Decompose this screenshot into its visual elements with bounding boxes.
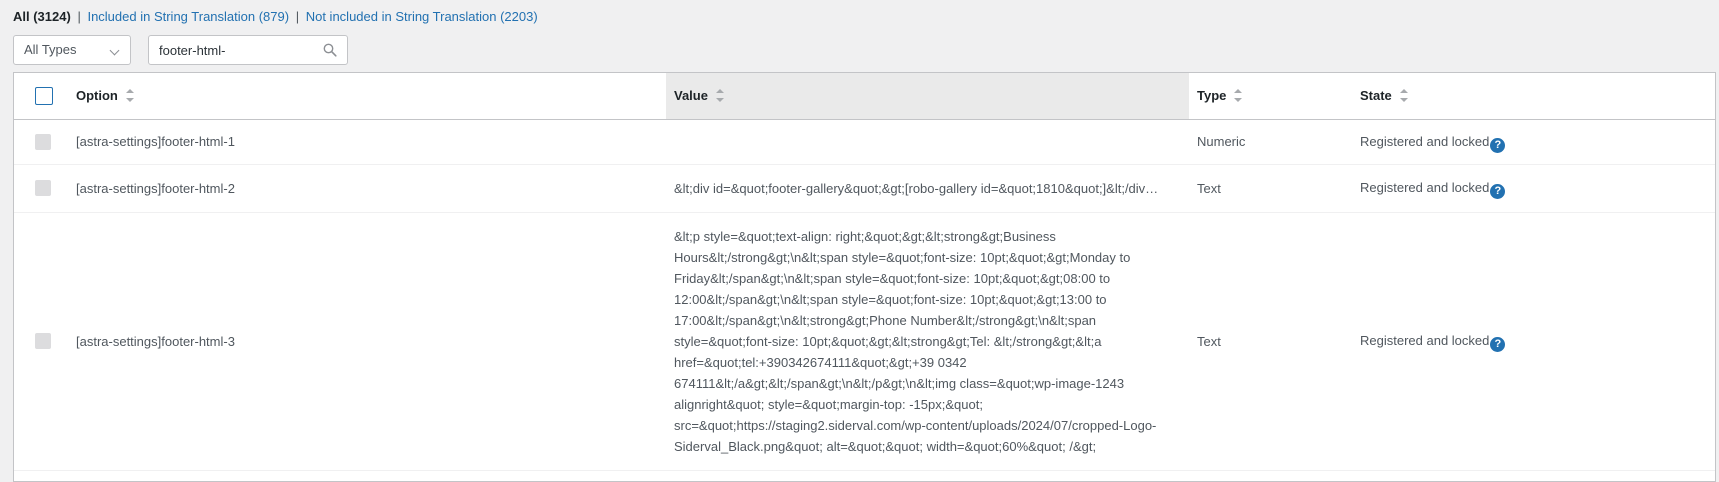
column-option-label: Option	[76, 88, 118, 104]
value-cell: &lt;p style=&quot;text-align: right;&quo…	[674, 228, 1157, 454]
column-value-label: Value	[674, 88, 708, 104]
column-state[interactable]: State	[1352, 73, 1715, 119]
row-checkbox	[35, 180, 51, 196]
status-filter-links: All (3124) | Included in String Translat…	[13, 8, 538, 26]
column-value[interactable]: Value	[666, 73, 1189, 119]
filter-not-included-link[interactable]: Not included in String Translation (2203…	[306, 9, 538, 24]
column-type[interactable]: Type	[1189, 73, 1352, 119]
state-label: Registered and locked	[1360, 133, 1490, 149]
filter-separator: |	[77, 9, 81, 24]
type-filter-select[interactable]: All Types	[13, 35, 131, 65]
filter-all-link[interactable]: All (3124)	[13, 9, 71, 24]
type-cell: Numeric	[1197, 134, 1246, 149]
search-icon[interactable]	[323, 43, 337, 57]
options-table: Option Value Type State [astra-settings]…	[14, 73, 1715, 471]
select-all-checkbox[interactable]	[35, 86, 53, 105]
filter-included-link[interactable]: Included in String Translation (879)	[87, 9, 289, 24]
type-cell: Text	[1197, 180, 1221, 196]
sort-icon	[125, 89, 134, 103]
table-row: [astra-settings]footer-html-1 Numeric Re…	[14, 119, 1715, 164]
table-row: [astra-settings]footer-html-2 &lt;div id…	[14, 164, 1715, 212]
option-cell: [astra-settings]footer-html-1	[76, 134, 235, 149]
option-cell: [astra-settings]footer-html-2	[76, 180, 235, 196]
value-cell	[666, 119, 1189, 164]
options-table-container: Option Value Type State [astra-settings]…	[13, 72, 1716, 482]
option-cell: [astra-settings]footer-html-3	[76, 333, 235, 349]
select-all-column	[14, 73, 68, 119]
type-filter-value: All Types	[24, 42, 77, 57]
help-icon[interactable]: ?	[1490, 184, 1506, 199]
state-label: Registered and locked	[1360, 180, 1490, 195]
state-cell: Registered and locked?	[1352, 164, 1715, 212]
filter-separator: |	[295, 9, 300, 24]
table-row: [astra-settings]footer-html-3 &lt;p styl…	[14, 212, 1715, 470]
chevron-down-icon	[109, 45, 120, 56]
table-header-row: Option Value Type State	[14, 73, 1715, 119]
column-state-label: State	[1360, 88, 1392, 104]
sort-icon	[1234, 89, 1243, 103]
column-option[interactable]: Option	[68, 73, 666, 119]
column-type-label: Type	[1197, 88, 1227, 104]
sort-icon	[1399, 89, 1408, 103]
state-cell: Registered and locked?	[1352, 212, 1715, 470]
help-icon[interactable]: ?	[1490, 337, 1506, 352]
row-checkbox	[35, 133, 51, 150]
sort-icon	[715, 89, 724, 103]
type-cell: Text	[1197, 333, 1221, 349]
search-box	[148, 35, 348, 65]
state-label: Registered and locked	[1360, 333, 1490, 348]
row-checkbox	[35, 333, 51, 349]
state-cell: Registered and locked?	[1352, 119, 1715, 164]
search-input[interactable]	[149, 36, 329, 64]
value-cell: &lt;div id=&quot;footer-gallery&quot;&gt…	[674, 180, 1159, 196]
help-icon[interactable]: ?	[1490, 137, 1506, 153]
